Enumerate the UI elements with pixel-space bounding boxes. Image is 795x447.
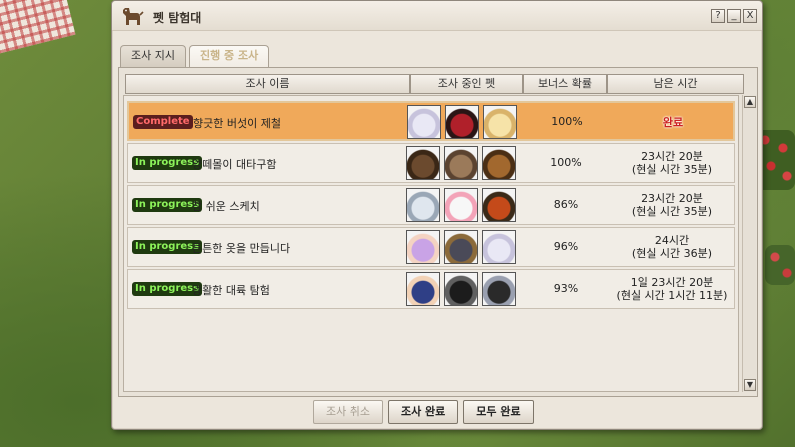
remaining-time-line2: (현실 시간 35분)	[631, 163, 713, 176]
broom-pet-icon[interactable]	[444, 230, 478, 264]
table-header: 조사 이름 조사 중인 펫 보너스 확률 남은 시간	[119, 74, 759, 94]
table-row[interactable]: In progress 양떼몰이 대타구함 100% 23시간 20분 (현실 시간 3…	[127, 143, 735, 183]
white-ghost-pet-icon[interactable]	[482, 230, 516, 264]
remaining-time-line2: (현실 시간 35분)	[631, 205, 713, 218]
cat-hood-pet-icon[interactable]	[444, 146, 478, 180]
remaining-time-line2: (현실 시간 36분)	[631, 247, 713, 260]
tab-investigation-order[interactable]: 조사 지시	[120, 45, 186, 67]
table-row[interactable]: In progress 튼튼한 옷을 만듭니다 96% 24시간 (현실 시간 36분)	[127, 227, 735, 267]
bonus-chance: 93%	[553, 282, 579, 295]
pet-portraits	[406, 272, 516, 306]
expedition-name: 광활한 대륙 탐험	[192, 284, 270, 297]
title-bar[interactable]: 펫 탐험대 ? _ X	[112, 1, 762, 31]
bonus-chance: 86%	[553, 198, 579, 211]
remaining-time-line1: 23시간 20분	[641, 192, 703, 205]
bonus-chance: 96%	[553, 240, 579, 253]
remaining-time-line1: 1일 23시간 20분	[630, 276, 714, 289]
scrollbar[interactable]: ▲ ▼	[742, 95, 756, 392]
pet-expedition-window: 펫 탐험대 ? _ X 조사 지시 진행 중 조사 조사 이름 조사 중인 펫 …	[111, 0, 763, 430]
bonus-chance: 100%	[550, 156, 582, 169]
dog-icon	[123, 8, 144, 25]
remaining-time: 1일 23시간 20분 (현실 시간 1시간 11분)	[608, 270, 736, 308]
white-ghost-pet-icon[interactable]	[407, 105, 441, 139]
tab-in-progress[interactable]: 진행 중 조사	[188, 45, 270, 67]
witch-hat-pet-icon[interactable]	[482, 188, 516, 222]
white-wolf-pet-icon[interactable]	[406, 188, 440, 222]
expedition-panel: 조사 이름 조사 중인 펫 보너스 확률 남은 시간 Complete 향긋한 버…	[118, 67, 758, 397]
remaining-time-line1: 완료	[662, 115, 684, 129]
status-badge: Complete	[133, 115, 193, 129]
column-header-time[interactable]: 남은 시간	[607, 74, 744, 94]
remaining-time: 23시간 20분 (현실 시간 35분)	[608, 186, 736, 224]
flower-cat-pet-icon[interactable]	[444, 188, 478, 222]
window-title: 펫 탐험대	[153, 11, 202, 25]
blonde-doll-pet-icon[interactable]	[483, 105, 517, 139]
pony-pet-icon[interactable]	[482, 146, 516, 180]
pet-portraits	[406, 188, 516, 222]
pet-portraits	[407, 105, 517, 139]
table-row[interactable]: Complete 향긋한 버섯이 제철 100% 완료	[127, 101, 735, 141]
bonus-chance: 100%	[551, 115, 583, 128]
remaining-time: 24시간 (현실 시간 36분)	[608, 228, 736, 266]
remaining-time: 완료	[609, 103, 737, 141]
purple-hair-girl-pet-icon[interactable]	[406, 230, 440, 264]
table-row[interactable]: In progress 광활한 대륙 탐험 93% 1일 23시간 20분 (현실 시간…	[127, 269, 735, 309]
blue-hat-kid-pet-icon[interactable]	[406, 272, 440, 306]
remaining-time: 23시간 20분 (현실 시간 35분)	[608, 144, 736, 182]
scroll-down-arrow-icon[interactable]: ▼	[744, 379, 756, 391]
expedition-name: 참 쉬운 스케치	[192, 200, 260, 213]
picnic-blanket	[0, 0, 76, 54]
remaining-time-line1: 24시간	[654, 234, 690, 247]
red-hair-girl-pet-icon[interactable]	[445, 105, 479, 139]
help-button[interactable]: ?	[711, 9, 725, 23]
expedition-name: 양떼몰이 대타구함	[192, 158, 277, 171]
cancel-investigation-button[interactable]: 조사 취소	[313, 400, 383, 424]
minimize-button[interactable]: _	[727, 9, 741, 23]
expedition-name: 향긋한 버섯이 제철	[193, 117, 281, 130]
close-button[interactable]: X	[743, 9, 757, 23]
flower-bush	[765, 245, 795, 285]
expedition-list: Complete 향긋한 버섯이 제철 100% 완료 In progress 양떼몰이 …	[123, 95, 739, 392]
complete-all-button[interactable]: 모두 완료	[463, 400, 534, 424]
brown-horse-pet-icon[interactable]	[406, 146, 440, 180]
unicorn-pet-icon[interactable]	[482, 272, 516, 306]
column-header-pets[interactable]: 조사 중인 펫	[410, 74, 523, 94]
table-row[interactable]: In progress 참 쉬운 스케치 86% 23시간 20분 (현실 시간 35분…	[127, 185, 735, 225]
remaining-time-line1: 23시간 20분	[641, 150, 703, 163]
column-header-name[interactable]: 조사 이름	[125, 74, 410, 94]
expedition-name: 튼튼한 옷을 만듭니다	[192, 242, 291, 255]
pet-portraits	[406, 230, 516, 264]
black-horse-pet-icon[interactable]	[444, 272, 478, 306]
column-header-bonus[interactable]: 보너스 확률	[523, 74, 607, 94]
pet-portraits	[406, 146, 516, 180]
complete-investigation-button[interactable]: 조사 완료	[387, 400, 459, 424]
scroll-up-arrow-icon[interactable]: ▲	[744, 96, 756, 108]
remaining-time-line2: (현실 시간 1시간 11분)	[616, 289, 728, 302]
